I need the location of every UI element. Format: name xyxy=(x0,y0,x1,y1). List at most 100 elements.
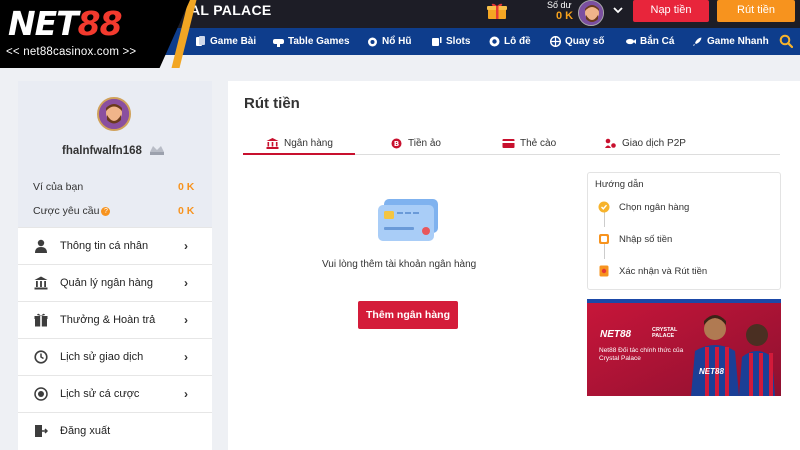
withdraw-panel: Rút tiền Ngân hàng B Tiền ảo Thẻ cào Gia… xyxy=(228,81,800,450)
jersey-text: NET88 xyxy=(699,367,724,376)
p2p-icon xyxy=(605,138,616,148)
guide-step-2: Nhập số tiền xyxy=(598,233,672,245)
chevron-right-icon: › xyxy=(184,276,188,290)
guide-step-3: Xác nhận và Rút tiền xyxy=(598,265,707,277)
history-icon xyxy=(34,350,48,364)
partner-name: CRYSTAL PALACE xyxy=(652,327,678,339)
username: fhalnfwalfn168 xyxy=(62,145,142,157)
tab-crypto[interactable]: B Tiền ảo xyxy=(390,131,441,155)
bet-history-icon xyxy=(34,387,48,401)
sidebar-item-label: Thông tin cá nhân xyxy=(60,240,149,252)
sidebar-item-bet-history[interactable]: Lịch sử cá cược › xyxy=(18,375,212,412)
chevron-right-icon: › xyxy=(184,387,188,401)
tab-label: Ngân hàng xyxy=(284,137,333,149)
nav-item-game-bai[interactable]: Game Bài xyxy=(195,28,256,55)
nav-item-ban-ca[interactable]: Bắn Cá xyxy=(625,28,674,55)
sidebar-item-bank-management[interactable]: Quản lý ngân hàng › xyxy=(18,264,212,301)
search-icon[interactable] xyxy=(779,34,793,48)
chevron-right-icon: › xyxy=(184,350,188,364)
crypto-icon: B xyxy=(391,138,402,148)
tab-label: Thẻ cào xyxy=(520,137,557,149)
nav-label: Game Nhanh xyxy=(707,36,769,47)
chevron-right-icon: › xyxy=(184,239,188,253)
banner-text: Net88 Đối tác chính thức của Crystal Pal… xyxy=(599,347,684,362)
profile-card: fhalnfwalfn168 Ví của bạn 0 K Cược yêu c… xyxy=(18,81,212,227)
confirm-icon xyxy=(599,265,609,277)
guide-box: Hướng dẫn Chọn ngân hàng Nhập số tiền Xá… xyxy=(587,172,781,290)
sidebar-item-label: Lịch sử cá cược xyxy=(60,388,140,400)
checklist-icon xyxy=(598,201,610,213)
table-games-icon xyxy=(273,39,284,47)
rocket-icon xyxy=(693,37,702,46)
wager-value: 0 K xyxy=(178,205,195,217)
marquee-text: AL PALACE xyxy=(190,2,272,18)
sidebar-item-rewards[interactable]: Thưởng & Hoàn trả › xyxy=(18,301,212,338)
sidebar-item-label: Quản lý ngân hàng xyxy=(60,277,153,289)
user-icon xyxy=(35,239,47,253)
help-icon[interactable]: ? xyxy=(101,207,111,216)
nav-label: Quay số xyxy=(565,36,605,47)
avatar[interactable] xyxy=(578,0,604,26)
sidebar-item-transaction-history[interactable]: Lịch sử giao dịch › xyxy=(18,338,212,375)
guide-title: Hướng dẫn xyxy=(595,179,644,190)
vip-badge-icon xyxy=(150,146,164,155)
wallet-value: 0 K xyxy=(178,181,195,193)
logo-url: << net88casinox.com >> xyxy=(6,46,137,58)
add-bank-button[interactable]: Thêm ngân hàng xyxy=(358,301,458,329)
banner-logo: NET88 xyxy=(600,329,632,340)
bank-icon xyxy=(266,137,279,149)
logo-text: NET88 xyxy=(8,4,123,43)
money-icon xyxy=(599,234,609,244)
tab-scratch-card[interactable]: Thẻ cào xyxy=(502,131,556,155)
svg-text:B: B xyxy=(394,140,399,148)
sidebar-item-personal-info[interactable]: Thông tin cá nhân › xyxy=(18,227,212,264)
chevron-down-icon[interactable] xyxy=(613,5,623,17)
jackpot-icon xyxy=(368,37,377,47)
wheel-icon xyxy=(550,36,561,47)
nav-label: Game Bài xyxy=(210,36,257,47)
gift-icon[interactable] xyxy=(487,2,507,20)
fish-icon xyxy=(626,38,636,45)
card-icon xyxy=(502,138,515,148)
active-tab-indicator xyxy=(243,153,355,155)
empty-state-message: Vui lòng thêm tài khoản ngân hàng xyxy=(322,259,477,270)
logout-icon xyxy=(35,425,48,437)
tab-bank[interactable]: Ngân hàng xyxy=(266,131,333,155)
partner-banner[interactable]: NET88 CRYSTAL PALACE Net88 Đối tác chính … xyxy=(587,299,781,396)
balance-value: 0 K xyxy=(556,10,574,22)
brand-logo[interactable]: NET88 << net88casinox.com >> xyxy=(0,0,190,68)
page-title: Rút tiền xyxy=(244,95,300,112)
avatar xyxy=(97,97,131,131)
nav-label: Table Games xyxy=(288,36,350,47)
sidebar-item-label: Lịch sử giao dịch xyxy=(60,351,144,363)
withdraw-button[interactable]: Rút tiền xyxy=(717,0,795,22)
nav-label: Nổ Hũ xyxy=(382,36,412,47)
nav-item-table-games[interactable]: Table Games xyxy=(273,28,350,55)
bank-card-illustration-icon xyxy=(378,199,438,241)
slots-icon xyxy=(432,37,442,46)
nav-label: Slots xyxy=(446,36,471,47)
tab-label: Tiền ảo xyxy=(408,137,441,149)
guide-step-1: Chọn ngân hàng xyxy=(598,201,689,213)
wallet-label: Ví của bạn xyxy=(33,181,84,193)
nav-item-game-nhanh[interactable]: Game Nhanh xyxy=(692,28,769,55)
tab-p2p[interactable]: Giao dịch P2P xyxy=(604,131,686,155)
nav-label: Lô đề xyxy=(504,36,531,47)
sidebar-item-label: Thưởng & Hoàn trả xyxy=(60,314,156,326)
balance-label: Số dư xyxy=(547,0,572,10)
bank-icon xyxy=(34,276,48,290)
wager-label: Cược yêu cầu? xyxy=(33,205,111,217)
nav-label: Bắn Cá xyxy=(640,36,675,47)
nav-item-no-hu[interactable]: Nổ Hũ xyxy=(367,28,411,55)
sidebar-item-logout[interactable]: Đăng xuất xyxy=(18,412,212,449)
nav-item-lo-de[interactable]: Lô đề xyxy=(489,28,531,55)
nav-item-slots[interactable]: Slots xyxy=(431,28,470,55)
cards-icon xyxy=(196,36,205,46)
chevron-right-icon: › xyxy=(184,313,188,327)
nav-item-quay-so[interactable]: Quay số xyxy=(550,28,604,55)
lottery-ball-icon xyxy=(489,36,500,47)
tab-label: Giao dịch P2P xyxy=(622,137,686,149)
account-sidebar: fhalnfwalfn168 Ví của bạn 0 K Cược yêu c… xyxy=(18,81,212,450)
deposit-button[interactable]: Nạp tiền xyxy=(633,0,709,22)
gift-icon xyxy=(34,313,48,327)
